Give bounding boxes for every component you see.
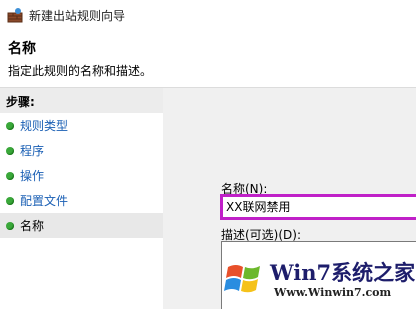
description-textarea[interactable] bbox=[221, 241, 416, 309]
firewall-wizard-icon bbox=[7, 8, 23, 23]
step-bullet-icon bbox=[6, 221, 14, 230]
sidebar-item-label: 配置文件 bbox=[20, 194, 69, 208]
title-bar: 新建出站规则向导 bbox=[0, 0, 416, 30]
sidebar-item-program[interactable]: 程序 bbox=[0, 138, 163, 163]
page-title: 名称 bbox=[8, 41, 36, 57]
step-bullet-icon bbox=[6, 146, 14, 155]
step-bullet-icon bbox=[6, 196, 14, 205]
sidebar-item-name[interactable]: 名称 bbox=[0, 213, 163, 238]
step-bullet-icon bbox=[6, 171, 14, 180]
sidebar-item-label: 程序 bbox=[20, 144, 45, 158]
sidebar-item-label: 规则类型 bbox=[20, 119, 69, 133]
sidebar-item-label: 操作 bbox=[20, 169, 45, 183]
sidebar-item-action[interactable]: 操作 bbox=[0, 163, 163, 188]
sidebar-item-profile[interactable]: 配置文件 bbox=[0, 188, 163, 213]
steps-sidebar: 步骤: 规则类型 程序 操作 配置文件 名称 bbox=[0, 88, 163, 309]
page-header: 名称 指定此规则的名称和描述。 bbox=[0, 30, 416, 87]
page-description: 指定此规则的名称和描述。 bbox=[8, 64, 153, 78]
window-title: 新建出站规则向导 bbox=[29, 8, 126, 23]
steps-header: 步骤: bbox=[0, 88, 163, 113]
name-input[interactable]: XX联网禁用 bbox=[220, 194, 416, 220]
sidebar-item-label: 名称 bbox=[20, 219, 45, 233]
step-bullet-icon bbox=[6, 121, 14, 130]
sidebar-item-rule-type[interactable]: 规则类型 bbox=[0, 113, 163, 138]
content-panel: 名称(N): XX联网禁用 描述(可选)(D): bbox=[163, 88, 416, 309]
